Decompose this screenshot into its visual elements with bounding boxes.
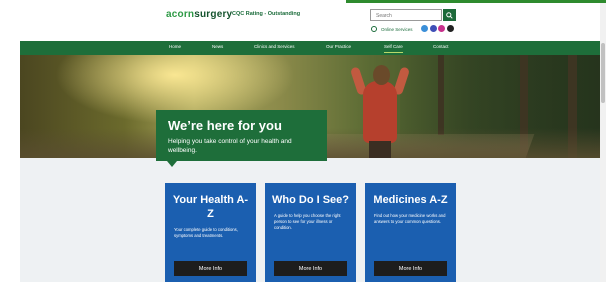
more-info-button[interactable]: More Info [274,261,347,276]
hero-callout: We’re here for you Helping you take cont… [156,110,327,161]
card-title: Your Health A-Z [172,194,249,220]
callout-pointer [167,161,177,167]
card-medicines-a-z[interactable]: Medicines A-Z Find out how your medicine… [365,183,456,282]
scroll-thumb[interactable] [601,43,605,103]
nav-item-news[interactable]: News [212,44,223,49]
more-info-button[interactable]: More Info [174,261,247,276]
online-services-link[interactable]: Online Services [371,26,413,32]
hero-text: Helping you take control of your health … [168,138,292,154]
card-who-do-i-see[interactable]: Who Do I See? A guide to help you choose… [265,183,356,282]
user-icon [371,26,377,32]
search-icon [446,11,453,19]
main-nav: Home News Clinics and Services Our Pract… [20,41,600,55]
logo-surgery-text: surgery [194,9,233,20]
card-title: Who Do I See? [272,194,349,206]
nav-item-home[interactable]: Home [169,44,181,49]
logo-acorn-text: acorn [166,9,195,20]
site-logo[interactable]: acornsurgery [166,9,232,20]
page-scrollbar[interactable] [600,3,606,282]
tiktok-icon[interactable] [446,25,454,32]
nav-item-our-practice[interactable]: Our Practice [326,44,351,49]
nav-item-clinics-and-services[interactable]: Clinics and Services [254,44,295,49]
online-services-label: Online Services [381,26,413,32]
more-info-button[interactable]: More Info [374,261,447,276]
card-title: Medicines A-Z [373,194,448,206]
card-description: Find out how your medicine works and ans… [374,213,446,224]
tree-trunk [438,55,444,135]
cqc-rating: CQC Rating - Outstanding [232,11,301,17]
hero-title: We’re here for you [168,118,282,133]
person-head [373,65,390,85]
search-input[interactable] [370,9,442,21]
instagram-icon[interactable] [438,25,445,32]
social-links [421,25,454,32]
search-button[interactable] [443,9,456,21]
card-description: A guide to help you choose the right per… [274,213,341,230]
person-legs [369,141,391,158]
nav-item-self-care[interactable]: Self Care [384,44,403,53]
card-your-health-a-z[interactable]: Your Health A-Z Your complete guide to c… [165,183,256,282]
browser-viewport: acornsurgery CQC Rating - Outstanding On… [0,0,606,282]
twitter-icon[interactable] [429,25,437,32]
person-figure [363,81,397,143]
card-description: Your complete guide to conditions, sympt… [174,227,238,238]
nav-item-contact[interactable]: Contact [433,44,449,49]
facebook-icon[interactable] [421,25,428,32]
top-accent-bar [346,0,606,3]
